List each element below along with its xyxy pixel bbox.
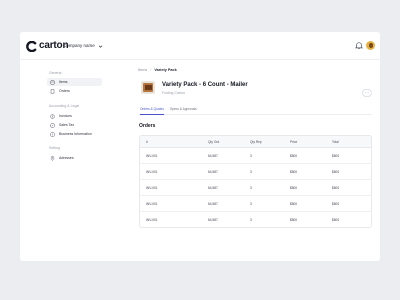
location-icon [50, 155, 55, 161]
column-header[interactable]: Total [332, 140, 339, 145]
table-cell: INV-001 [146, 217, 158, 222]
table-cell: 3 [250, 169, 252, 174]
more-icon: ··· [365, 90, 369, 95]
table-cell: $500 [290, 185, 298, 190]
column-header[interactable]: Qty Rep [250, 140, 262, 145]
tax-icon [50, 123, 55, 127]
breadcrumb-separator: / [150, 68, 152, 72]
table-cell: $500 [332, 169, 340, 174]
sidebar-item-items[interactable]: Items [47, 78, 102, 86]
table-cell: 3 [250, 217, 252, 222]
product-subtitle: Folding Carton [162, 91, 185, 95]
table-cell: $500 [332, 217, 340, 222]
table-row[interactable]: INV-001 64,587 3 $500 $500 [140, 148, 371, 164]
sidebar-item-invoices[interactable]: Invoices [47, 112, 102, 120]
tab-bar: Orders & Quotes Specs & Approvals [139, 106, 372, 115]
sidebar-item-label: Business Information [59, 131, 92, 136]
column-header[interactable]: # [146, 140, 148, 145]
table-cell: $500 [290, 169, 298, 174]
tab-orders-quotes[interactable]: Orders & Quotes [140, 106, 164, 115]
sidebar-section-general: General [49, 71, 62, 75]
table-cell: 64,587 [208, 153, 218, 158]
sidebar-item-label: Adresses [59, 155, 74, 160]
table-cell: 3 [250, 153, 252, 158]
sidebar-item-label: Items [59, 79, 68, 84]
sidebar-item-label: Orders [59, 88, 70, 93]
table-cell: 3 [250, 201, 252, 206]
product-image [141, 81, 155, 94]
table-cell: 3 [250, 185, 252, 190]
carton-logo-icon [26, 40, 37, 52]
table-cell: 64,587 [208, 185, 218, 190]
info-icon [50, 132, 55, 136]
table-row[interactable]: INV-001 64,587 3 $500 $500 [140, 180, 371, 196]
table-header: # Qty Ord. Qty Rep Price Total [140, 136, 371, 148]
sidebar: General Items Orders Accounting & Legal … [20, 60, 113, 261]
table-cell: INV-001 [146, 169, 158, 174]
company-name: Company name [63, 43, 95, 48]
column-header[interactable]: Qty Ord. [208, 140, 220, 145]
sidebar-item-sales-tax[interactable]: Sales Tax [47, 121, 102, 129]
table-cell: 64,587 [208, 217, 218, 222]
breadcrumb: Items / Variety Pack [138, 67, 177, 73]
orders-section-title: Orders [139, 123, 156, 129]
main-content: Items / Variety Pack Variety Pack - 6 Co… [113, 32, 380, 233]
table-cell: 64,587 [208, 201, 218, 206]
table-cell: $500 [290, 153, 298, 158]
table-cell: $500 [332, 153, 340, 158]
orders-table: # Qty Ord. Qty Rep Price Total INV-001 6… [139, 135, 372, 228]
chevron-down-icon [98, 45, 103, 48]
company-switcher[interactable]: Company name [63, 42, 103, 50]
sidebar-section-setting: Setting [49, 146, 60, 150]
table-cell: INV-001 [146, 153, 158, 158]
sidebar-item-adresses[interactable]: Adresses [47, 154, 102, 162]
breadcrumb-home-link[interactable]: Items [138, 67, 147, 73]
sidebar-item-business-information[interactable]: Business Information [47, 130, 102, 138]
table-cell: $500 [332, 185, 340, 190]
column-header[interactable]: Price [290, 140, 297, 145]
table-cell: INV-001 [146, 201, 158, 206]
invoice-icon [50, 113, 55, 119]
sidebar-item-label: Sales Tax [59, 122, 75, 127]
app-window: carton Company name General Items Orders… [20, 32, 380, 261]
breadcrumb-current: Variety Pack [154, 68, 177, 72]
box-icon [50, 80, 55, 84]
table-row[interactable]: INV-001 64,587 3 $500 $500 [140, 212, 371, 227]
table-cell: $500 [332, 201, 340, 206]
table-row[interactable]: INV-001 64,587 3 $500 $500 [140, 196, 371, 212]
table-cell: INV-001 [146, 185, 158, 190]
sidebar-item-label: Invoices [59, 113, 72, 118]
sidebar-item-orders[interactable]: Orders [47, 87, 102, 95]
page-title: Variety Pack - 6 Count - Mailer [162, 82, 248, 88]
table-row[interactable]: INV-001 64,587 3 $500 $500 [140, 164, 371, 180]
sidebar-section-accounting: Accounting & Legal [49, 104, 80, 108]
table-cell: $500 [290, 201, 298, 206]
receipt-icon [50, 88, 55, 94]
table-cell: $500 [290, 217, 298, 222]
table-cell: 64,587 [208, 169, 218, 174]
tab-specs-approvals[interactable]: Specs & Approvals [170, 106, 197, 115]
more-options-button[interactable]: ··· [362, 89, 372, 97]
